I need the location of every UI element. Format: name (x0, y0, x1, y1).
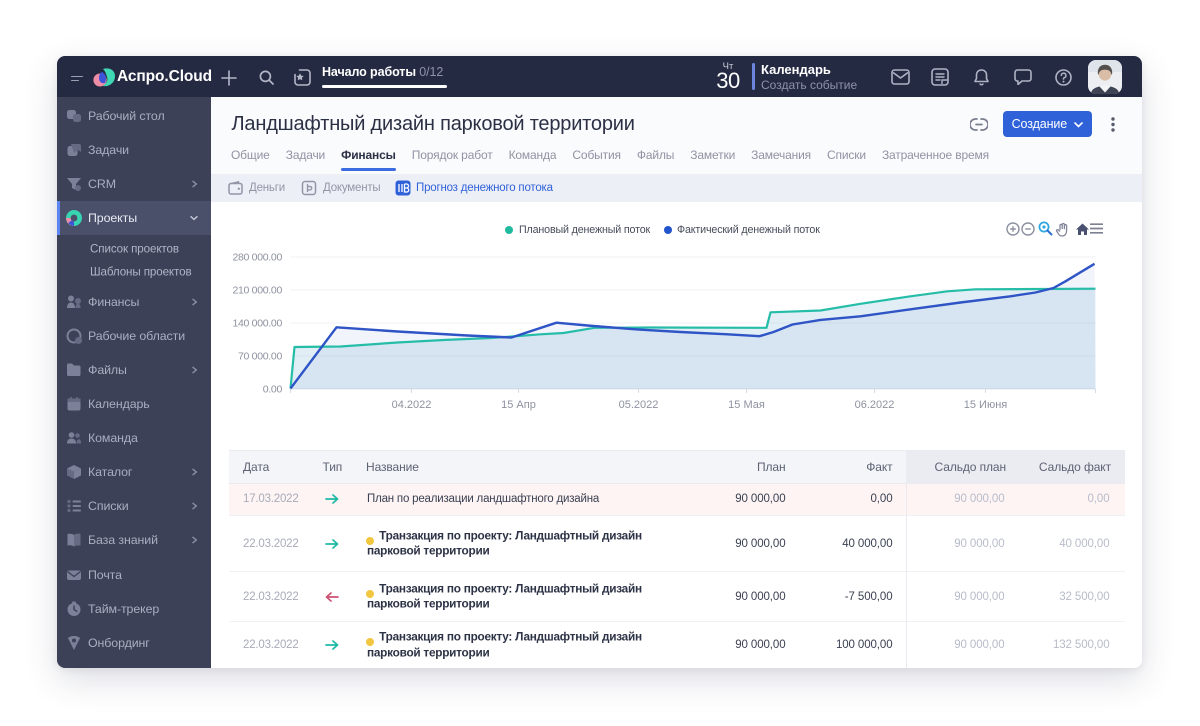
svg-text:210 000.00: 210 000.00 (232, 285, 282, 297)
svg-text:15 Июня: 15 Июня (963, 399, 1007, 411)
svg-text:70 000.00: 70 000.00 (237, 351, 281, 363)
svg-text:280 000.00: 280 000.00 (232, 252, 282, 264)
svg-text:140 000.00: 140 000.00 (232, 318, 282, 330)
svg-text:05.2022: 05.2022 (618, 399, 658, 411)
svg-text:04.2022: 04.2022 (391, 399, 431, 411)
svg-text:15 Апр: 15 Апр (501, 399, 536, 411)
svg-text:0.00: 0.00 (262, 384, 282, 396)
svg-text:06.2022: 06.2022 (854, 399, 894, 411)
svg-text:15 Мая: 15 Мая (728, 399, 765, 411)
